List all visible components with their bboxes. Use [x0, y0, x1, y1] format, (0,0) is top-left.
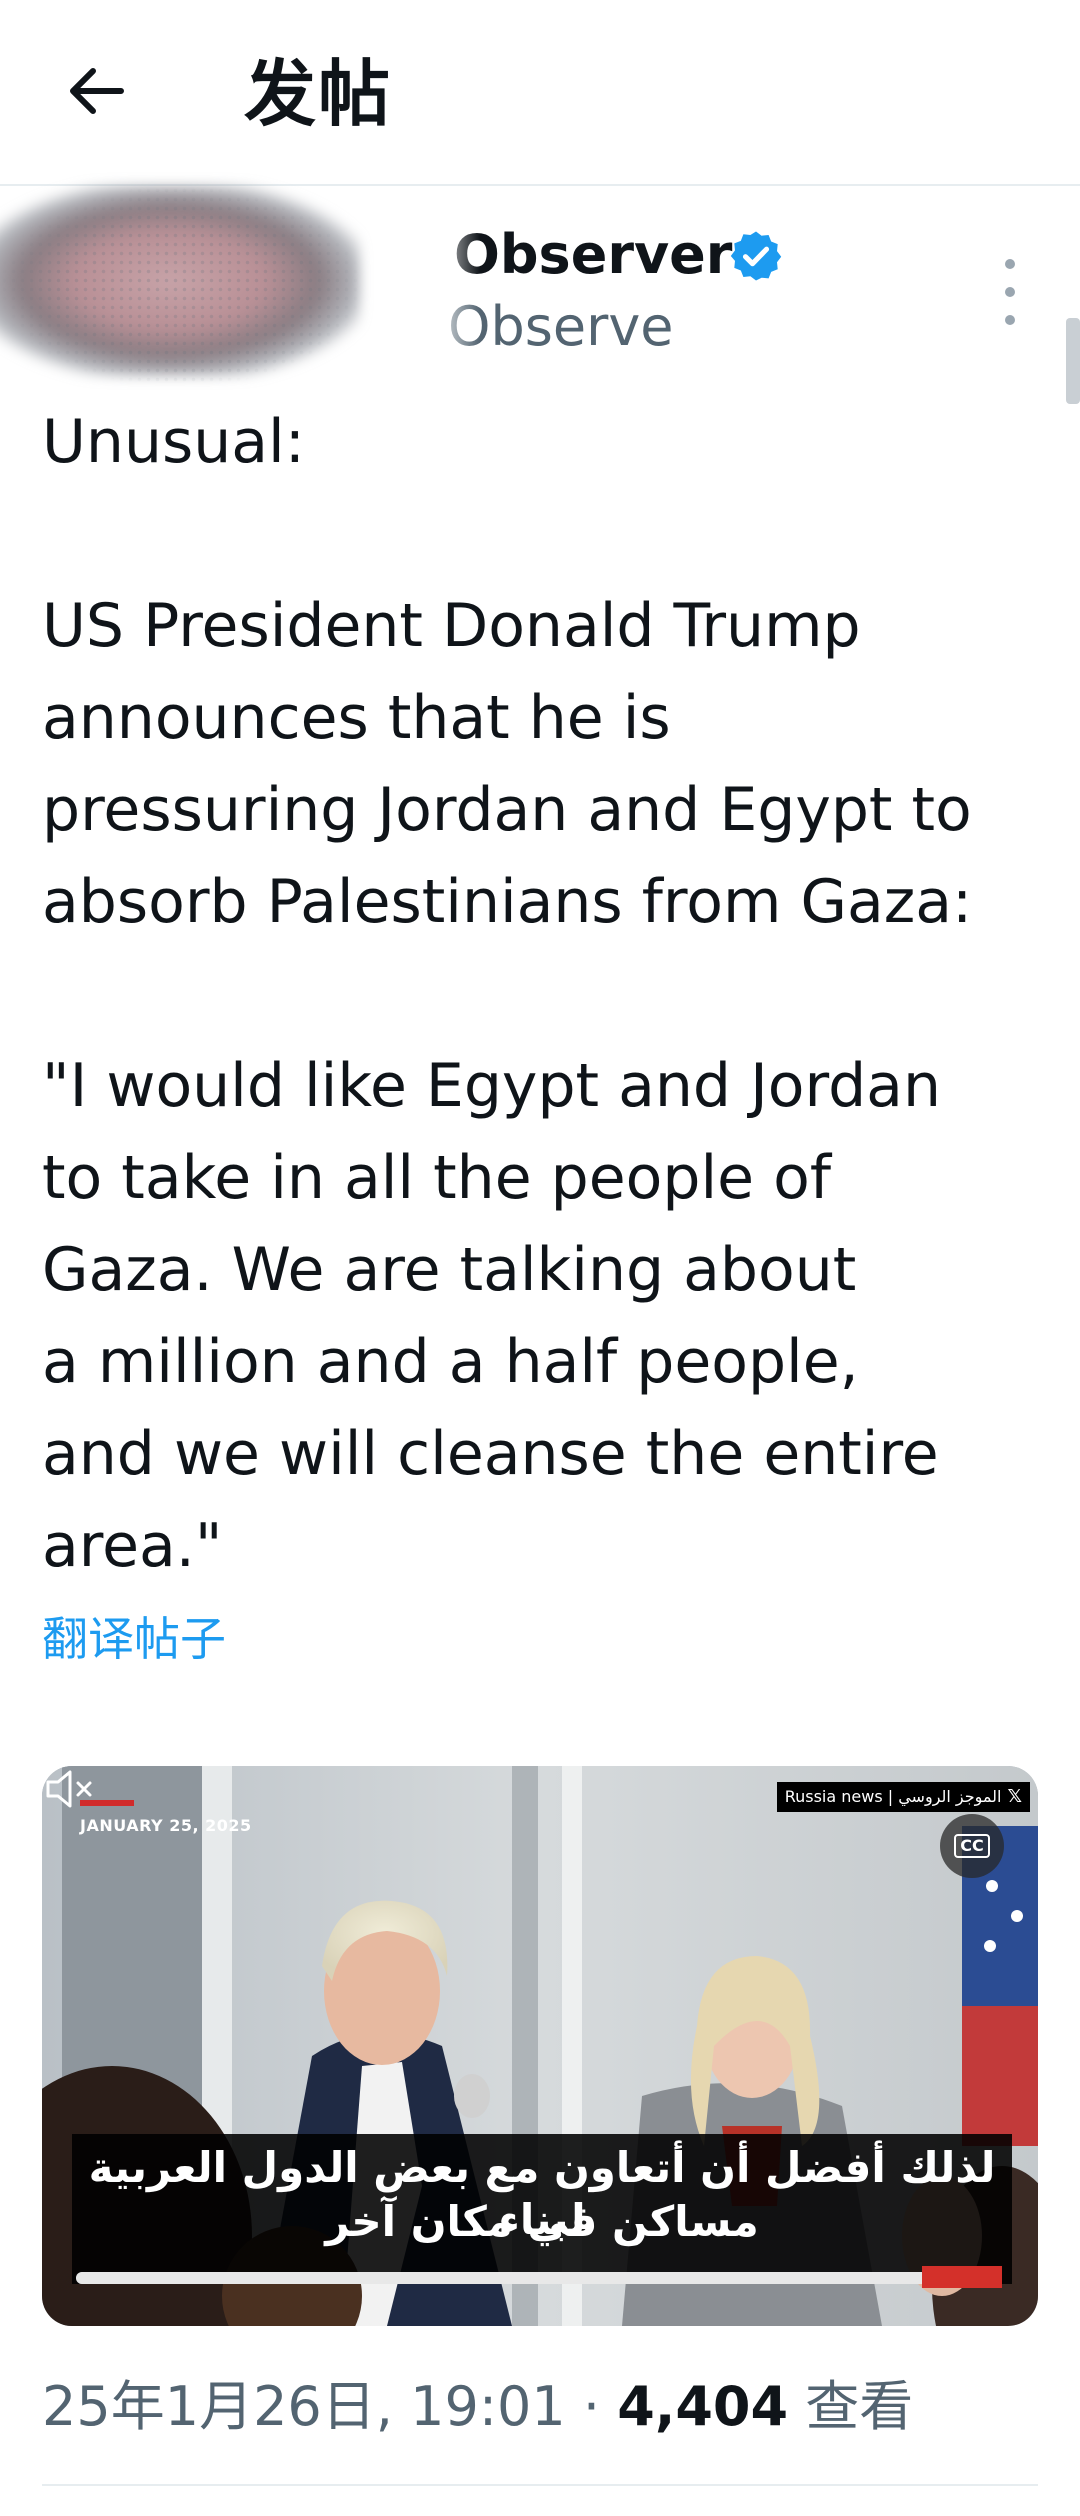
- back-button[interactable]: [52, 46, 142, 136]
- author-handle[interactable]: Observe: [448, 294, 674, 360]
- subtitle-line-2: مساكن في مكان آخر: [325, 2197, 759, 2246]
- divider: [42, 2484, 1038, 2486]
- page-title: 发帖: [244, 52, 393, 136]
- views-label: 查看: [805, 2375, 914, 2438]
- meta-separator: ·: [582, 2375, 601, 2438]
- verified-badge-icon: [730, 231, 782, 281]
- scrollbar-thumb[interactable]: [1066, 318, 1080, 404]
- redaction-fade: [420, 216, 480, 356]
- video-date-label: JANUARY 25, 2025: [80, 1816, 252, 1835]
- more-options-icon[interactable]: [990, 242, 1030, 342]
- muted-speaker-icon[interactable]: [42, 1766, 98, 1812]
- author-row: Observer Observe: [0, 186, 1080, 386]
- post-timestamp[interactable]: 25年1月26日, 19:01: [42, 2375, 566, 2438]
- video-progress-fill: [76, 2272, 931, 2284]
- arrow-left-icon: [70, 68, 124, 114]
- top-bar: 发帖: [0, 0, 1080, 186]
- views-count: 4,404: [617, 2375, 789, 2438]
- captions-button[interactable]: CC: [940, 1814, 1004, 1878]
- post-meta: 25年1月26日, 19:01 · 4,404 查看: [42, 2372, 913, 2442]
- video-progress-bar[interactable]: [76, 2272, 976, 2284]
- channel-watermark: Russia news | الموجز الروسي 𝕏: [776, 1782, 1030, 1812]
- captions-label: CC: [954, 1834, 990, 1858]
- redaction-noise: [0, 186, 360, 386]
- video-player[interactable]: JANUARY 25, 2025 Russia news | الموجز ال…: [42, 1766, 1038, 2326]
- channel-label: Russia news | الموجز الروسي: [784, 1787, 1002, 1806]
- tweet-text: Unusual: US President Donald Trump annou…: [42, 407, 973, 1581]
- translate-post-link[interactable]: 翻译帖子: [42, 1604, 226, 1674]
- author-display-name[interactable]: Observer: [454, 222, 732, 288]
- progress-accent: [922, 2266, 1002, 2288]
- x-logo-icon: 𝕏: [1007, 1786, 1022, 1807]
